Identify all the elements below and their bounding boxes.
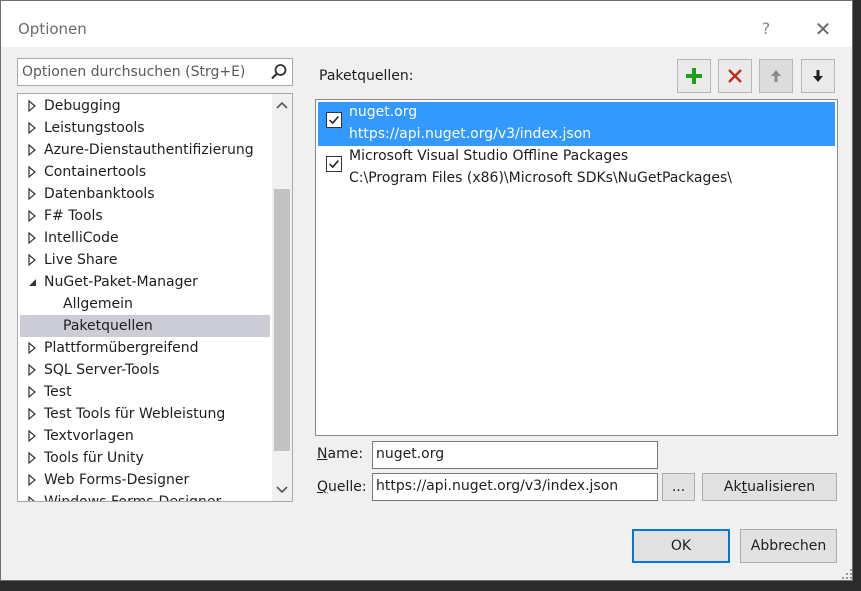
scrollbar-thumb[interactable] <box>274 189 290 451</box>
tree-item-label: Textvorlagen <box>44 428 134 444</box>
tree-item-label: IntelliCode <box>44 230 119 246</box>
tree-item[interactable]: Azure-Dienstauthentifizierung <box>20 139 270 161</box>
package-sources-label: Paketquellen: <box>319 68 414 84</box>
tree-item-label: Tools für Unity <box>44 450 144 466</box>
collapsed-arrow-icon[interactable] <box>26 469 38 491</box>
update-button[interactable]: Aktualisieren <box>702 473 837 501</box>
collapsed-arrow-icon[interactable] <box>26 95 38 117</box>
search-icon[interactable] <box>270 63 288 81</box>
collapsed-arrow-icon[interactable] <box>26 491 38 502</box>
collapsed-arrow-icon[interactable] <box>26 249 38 271</box>
tree-item-label: Leistungstools <box>44 120 145 136</box>
name-input[interactable] <box>376 446 646 462</box>
tree-item[interactable]: IntelliCode <box>20 227 270 249</box>
window-title: Optionen <box>18 20 87 38</box>
name-label: Name: <box>317 446 364 462</box>
plus-icon <box>686 68 702 84</box>
package-source-url: https://api.nuget.org/v3/index.json <box>349 126 592 142</box>
tree-item-label: Test Tools für Webleistung <box>44 406 226 422</box>
tree-item[interactable]: Leistungstools <box>20 117 270 139</box>
collapsed-arrow-icon[interactable] <box>26 205 38 227</box>
title-bar: Optionen ? ✕ <box>1 1 852 47</box>
browse-button[interactable]: ... <box>662 473 695 501</box>
tree-item[interactable]: F# Tools <box>20 205 270 227</box>
checkbox-checked-icon[interactable] <box>326 112 342 128</box>
resize-grip-icon[interactable] <box>841 568 853 580</box>
collapsed-arrow-icon[interactable] <box>26 447 38 469</box>
tree-item[interactable]: Debugging <box>20 95 270 117</box>
tree-item[interactable]: Plattformübergreifend <box>20 337 270 359</box>
tree-item[interactable]: Tools für Unity <box>20 447 270 469</box>
options-search-input[interactable] <box>22 62 262 82</box>
package-sources-list: nuget.org https://api.nuget.org/v3/index.… <box>315 99 838 436</box>
tree-item-label: F# Tools <box>44 208 103 224</box>
x-icon <box>728 69 742 83</box>
cancel-button[interactable]: Abbrechen <box>740 529 837 563</box>
tree-item-label: Paketquellen <box>63 318 153 334</box>
help-button[interactable]: ? <box>753 15 779 43</box>
collapsed-arrow-icon[interactable] <box>26 425 38 447</box>
arrow-down-icon <box>813 70 823 82</box>
tree-item-label: Test <box>44 384 72 400</box>
tree-scrollbar[interactable] <box>272 94 292 501</box>
checkbox-checked-icon[interactable] <box>326 156 342 172</box>
package-source-item[interactable]: Microsoft Visual Studio Offline Packages… <box>318 146 835 190</box>
collapsed-arrow-icon[interactable] <box>26 161 38 183</box>
add-source-button[interactable] <box>677 59 711 93</box>
remove-source-button[interactable] <box>718 59 752 93</box>
tree-item-label: Datenbanktools <box>44 186 155 202</box>
tree-item-label: NuGet-Paket-Manager <box>44 274 198 290</box>
source-input[interactable] <box>376 478 646 494</box>
tree-item[interactable]: Allgemein <box>20 293 270 315</box>
tree-item-label: Windows Forms-Designer <box>44 494 222 502</box>
move-up-button[interactable] <box>759 59 793 93</box>
tree-item-label: Containertools <box>44 164 147 180</box>
collapsed-arrow-icon[interactable] <box>26 381 38 403</box>
collapsed-arrow-icon[interactable] <box>26 337 38 359</box>
package-source-name: Microsoft Visual Studio Offline Packages <box>349 148 629 164</box>
tree-item-label: Live Share <box>44 252 118 268</box>
tree-item[interactable]: Web Forms-Designer <box>20 469 270 491</box>
scroll-down-icon[interactable] <box>272 479 292 499</box>
collapsed-arrow-icon[interactable] <box>26 359 38 381</box>
source-label: Quelle: <box>317 479 367 495</box>
tree-item-label: SQL Server-Tools <box>44 362 160 378</box>
collapsed-arrow-icon[interactable] <box>26 183 38 205</box>
collapsed-arrow-icon[interactable] <box>26 117 38 139</box>
scroll-up-icon[interactable] <box>272 96 292 116</box>
collapsed-arrow-icon[interactable] <box>26 139 38 161</box>
options-search-box[interactable] <box>17 58 293 86</box>
collapsed-arrow-icon[interactable] <box>26 227 38 249</box>
tree-item-label: Azure-Dienstauthentifizierung <box>44 142 254 158</box>
tree-item[interactable]: Paketquellen <box>20 315 270 337</box>
tree-item[interactable]: Test Tools für Webleistung <box>20 403 270 425</box>
tree-item[interactable]: NuGet-Paket-Manager <box>20 271 270 293</box>
tree-item[interactable]: SQL Server-Tools <box>20 359 270 381</box>
tree-item-label: Allgemein <box>63 296 133 312</box>
package-source-item[interactable]: nuget.org https://api.nuget.org/v3/index.… <box>318 102 835 146</box>
name-field[interactable] <box>372 441 658 469</box>
source-field[interactable] <box>372 473 658 501</box>
package-source-url: C:\Program Files (x86)\Microsoft SDKs\Nu… <box>349 170 732 186</box>
ok-button[interactable]: OK <box>632 529 730 563</box>
tree-item[interactable]: Datenbanktools <box>20 183 270 205</box>
tree-item[interactable]: Windows Forms-Designer <box>20 491 270 502</box>
expanded-arrow-icon[interactable] <box>26 271 38 293</box>
tree-item[interactable]: Containertools <box>20 161 270 183</box>
arrow-up-icon <box>771 70 781 82</box>
tree-item[interactable]: Textvorlagen <box>20 425 270 447</box>
tree-item-label: Plattformübergreifend <box>44 340 199 356</box>
options-tree: Debugging Leistungstools Azure-Dienstauthe… <box>17 93 293 502</box>
collapsed-arrow-icon[interactable] <box>26 403 38 425</box>
options-dialog: Optionen ? ✕ Debugging Leistungstools Azur… <box>0 0 853 581</box>
close-button[interactable]: ✕ <box>808 15 838 43</box>
tree-item[interactable]: Test <box>20 381 270 403</box>
move-down-button[interactable] <box>801 59 835 93</box>
tree-item-label: Web Forms-Designer <box>44 472 190 488</box>
tree-item[interactable]: Live Share <box>20 249 270 271</box>
package-source-name: nuget.org <box>349 104 418 120</box>
tree-item-label: Debugging <box>44 98 121 114</box>
